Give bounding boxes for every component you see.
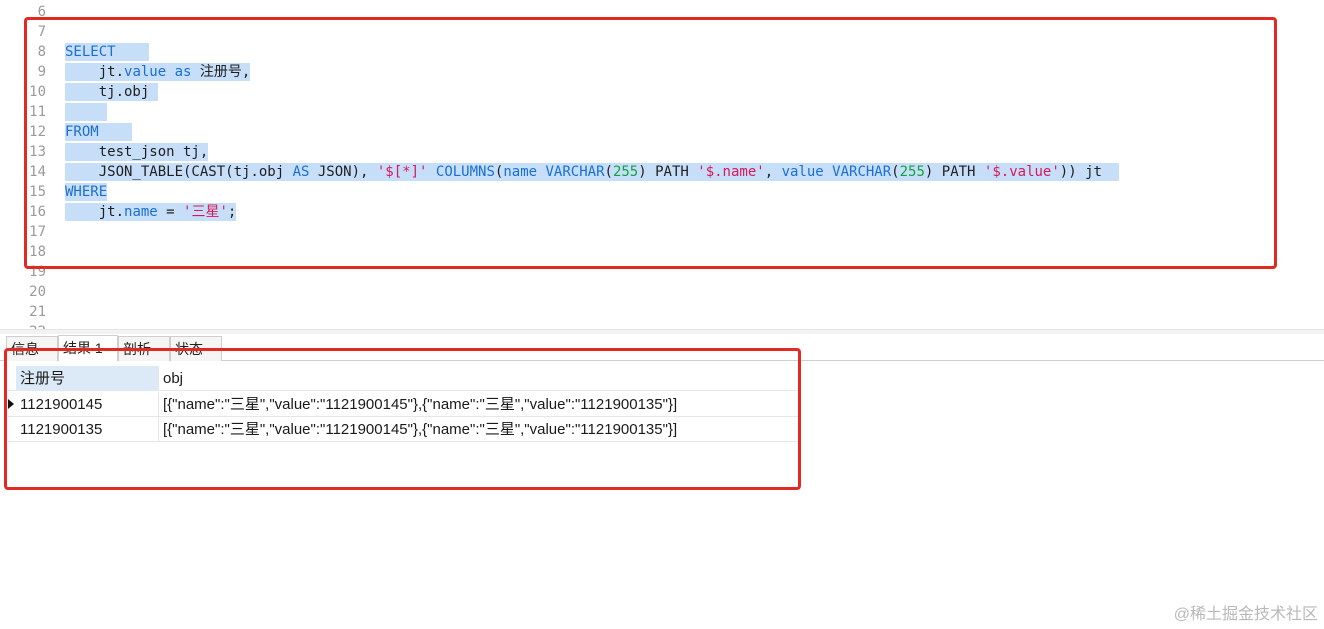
sql-token: JSON_TABLE(CAST(tj.obj bbox=[65, 164, 293, 180]
sql-token: 注册号, bbox=[191, 64, 251, 80]
tab-status[interactable]: 状态 bbox=[170, 336, 222, 361]
line-number: 19 bbox=[29, 264, 46, 280]
line-number: 7 bbox=[37, 24, 46, 40]
sql-token: tj.obj bbox=[65, 84, 158, 100]
sql-keyword: name bbox=[503, 164, 538, 180]
line-number: 13 bbox=[29, 144, 46, 160]
code-text: FROM bbox=[65, 123, 133, 141]
sql-keyword: VARCHAR bbox=[832, 164, 892, 180]
sql-keyword: FROM bbox=[65, 124, 99, 140]
line-number: 10 bbox=[29, 84, 46, 100]
code-text: test_json tj, bbox=[65, 143, 209, 161]
line-number: 14 bbox=[29, 164, 46, 180]
result-tabs: 信息 结果 1 剖析 状态 bbox=[0, 334, 1324, 361]
table-cell[interactable]: [{"name":"三星","value":"1121900145"},{"na… bbox=[159, 417, 799, 442]
table-cell[interactable]: 1121900145 bbox=[16, 392, 159, 417]
sql-keyword: SELECT bbox=[65, 44, 116, 60]
line-number: 18 bbox=[29, 244, 46, 260]
table-cell[interactable]: [{"name":"三星","value":"1121900145"},{"na… bbox=[159, 392, 799, 417]
tab-result-1[interactable]: 结果 1 bbox=[58, 335, 118, 361]
sql-editor[interactable]: 6 7 8 SELECT 9 jt.value as 注册号, 10 tj.obj 11… bbox=[0, 0, 1324, 330]
code-text: jt.value as 注册号, bbox=[65, 63, 251, 81]
sql-token: jt. bbox=[65, 204, 125, 220]
current-row-marker-icon bbox=[8, 399, 14, 409]
code-line[interactable]: 15 WHERE bbox=[0, 182, 1324, 202]
table-row[interactable]: 1121900145 [{"name":"三星","value":"112190… bbox=[8, 392, 800, 417]
sql-keyword: COLUMNS bbox=[435, 164, 495, 180]
column-header-obj[interactable]: obj bbox=[159, 366, 799, 391]
sql-keyword: VARCHAR bbox=[545, 164, 605, 180]
code-line[interactable]: 13 test_json tj, bbox=[0, 142, 1324, 162]
tab-profile[interactable]: 剖析 bbox=[118, 336, 170, 361]
sql-token: ; bbox=[227, 204, 237, 220]
grid-header-row: 注册号 obj bbox=[8, 366, 800, 391]
line-number: 21 bbox=[29, 304, 46, 320]
sql-string: '$.name' bbox=[697, 164, 765, 180]
sql-number: 255 bbox=[612, 164, 639, 180]
code-text: SELECT bbox=[65, 43, 150, 61]
code-line[interactable]: 11 bbox=[0, 102, 1324, 122]
line-number: 16 bbox=[29, 204, 46, 220]
sql-token: ) PATH bbox=[924, 164, 984, 180]
sql-token: = bbox=[157, 204, 184, 220]
sql-token: ( bbox=[891, 164, 900, 180]
sql-keyword: value bbox=[124, 64, 167, 80]
code-line[interactable]: 8 SELECT bbox=[0, 42, 1324, 62]
tab-info[interactable]: 信息 bbox=[6, 336, 58, 361]
sql-keyword: value bbox=[781, 164, 824, 180]
code-line[interactable]: 21 bbox=[0, 302, 1324, 322]
sql-token: ) PATH bbox=[638, 164, 698, 180]
sql-keyword: WHERE bbox=[65, 184, 108, 200]
sql-string: '三星' bbox=[183, 204, 228, 220]
sql-number: 255 bbox=[899, 164, 925, 180]
watermark: @稀土掘金技术社区 bbox=[1173, 606, 1318, 623]
sql-string: '$.value' bbox=[983, 164, 1060, 180]
sql-keyword: as bbox=[174, 64, 192, 80]
sql-token: ( bbox=[604, 164, 613, 180]
line-number: 12 bbox=[29, 124, 46, 140]
code-line[interactable]: 20 bbox=[0, 282, 1324, 302]
code-line[interactable]: 17 bbox=[0, 222, 1324, 242]
sql-token: JSON), bbox=[309, 164, 377, 180]
line-number: 11 bbox=[29, 104, 46, 120]
code-text bbox=[65, 103, 108, 121]
code-line[interactable]: 14 JSON_TABLE(CAST(tj.obj AS JSON), '$[*… bbox=[0, 162, 1324, 182]
sql-token: , bbox=[764, 164, 782, 180]
sql-token: jt. bbox=[65, 64, 125, 80]
sql-token: )) jt bbox=[1059, 164, 1119, 180]
code-line[interactable]: 18 bbox=[0, 242, 1324, 262]
code-line[interactable]: 16 jt.name = '三星'; bbox=[0, 202, 1324, 222]
code-line[interactable]: 12 FROM bbox=[0, 122, 1324, 142]
table-cell[interactable]: 1121900135 bbox=[16, 417, 159, 442]
code-text: tj.obj bbox=[65, 83, 158, 101]
line-number: 15 bbox=[29, 184, 46, 200]
code-text: jt.name = '三星'; bbox=[65, 203, 237, 221]
sql-keyword: AS bbox=[292, 164, 310, 180]
line-number: 20 bbox=[29, 284, 46, 300]
sql-string: '$[*]' bbox=[376, 164, 428, 180]
line-number: 9 bbox=[37, 64, 46, 80]
code-text: JSON_TABLE(CAST(tj.obj AS JSON), '$[*]' … bbox=[65, 163, 1119, 181]
table-row[interactable]: 1121900135 [{"name":"三星","value":"112190… bbox=[8, 417, 800, 442]
code-line[interactable]: 7 bbox=[0, 22, 1324, 42]
line-number: 17 bbox=[29, 224, 46, 240]
line-number: 8 bbox=[37, 44, 46, 60]
column-header-registration-no[interactable]: 注册号 bbox=[16, 366, 159, 391]
sql-keyword: name bbox=[124, 204, 158, 220]
code-text: WHERE bbox=[65, 183, 108, 201]
code-line[interactable]: 10 tj.obj bbox=[0, 82, 1324, 102]
line-number: 6 bbox=[37, 4, 46, 20]
code-line[interactable]: 19 bbox=[0, 262, 1324, 282]
sql-token: test_json tj, bbox=[65, 144, 209, 160]
code-line[interactable]: 9 jt.value as 注册号, bbox=[0, 62, 1324, 82]
code-line[interactable]: 6 bbox=[0, 2, 1324, 22]
